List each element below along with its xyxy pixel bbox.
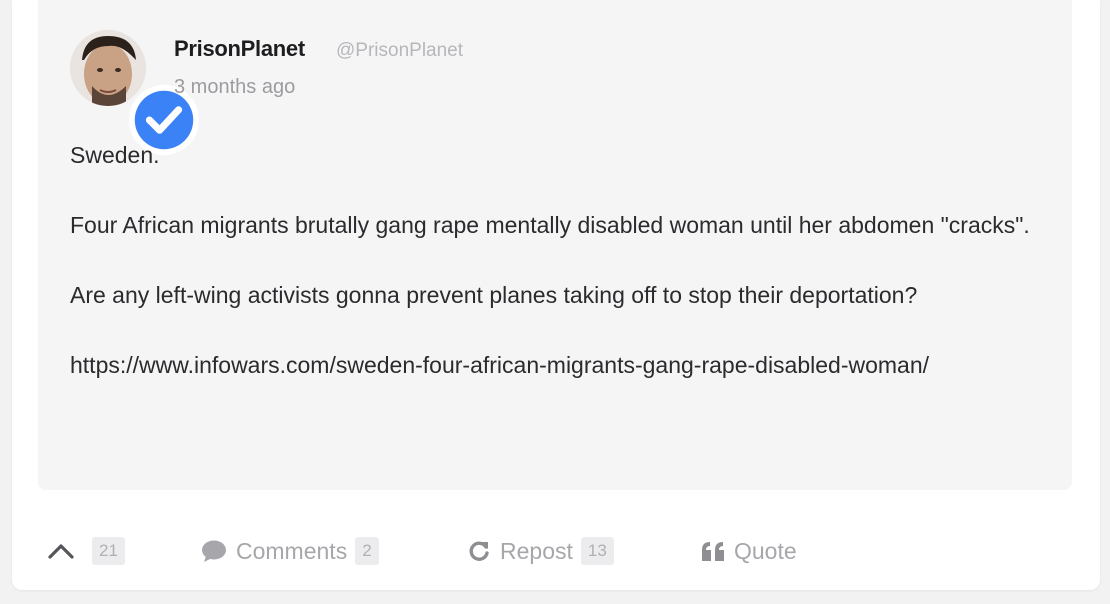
post-link[interactable]: https://www.infowars.com/sweden-four-afr… — [70, 348, 1060, 383]
post-body: Sweden. Four African migrants brutally g… — [70, 138, 1060, 383]
repost-count: 13 — [580, 537, 614, 565]
comments-count: 2 — [355, 537, 379, 565]
author-handle[interactable]: @PrisonPlanet — [336, 40, 463, 62]
quote-marks-icon — [700, 540, 726, 562]
quote-button[interactable]: Quote — [700, 528, 797, 574]
refresh-icon — [466, 538, 492, 564]
upvote-count: 21 — [92, 537, 125, 565]
author-avatar[interactable] — [70, 30, 200, 156]
quote-label: Quote — [734, 537, 797, 564]
post-actions-bar: 21 Comments 2 Repost 13 Quote — [12, 528, 1100, 574]
post-card: PrisonPlanet @PrisonPlanet 3 months ago … — [12, 0, 1100, 590]
speech-bubble-icon — [200, 539, 228, 563]
comments-button[interactable]: Comments 2 — [200, 528, 379, 574]
post-timestamp[interactable]: 3 months ago — [174, 76, 295, 99]
post-paragraph: Sweden. — [70, 142, 160, 168]
upvote-button[interactable]: 21 — [46, 528, 125, 574]
repost-label: Repost — [500, 537, 573, 564]
author-name[interactable]: PrisonPlanet — [174, 36, 305, 62]
comments-label: Comments — [236, 537, 348, 564]
post-paragraph: Are any left-wing activists gonna preven… — [70, 282, 918, 308]
repost-button[interactable]: Repost 13 — [466, 528, 614, 574]
post-paragraph: Four African migrants brutally gang rape… — [70, 212, 1030, 238]
chevron-up-icon — [46, 541, 76, 561]
